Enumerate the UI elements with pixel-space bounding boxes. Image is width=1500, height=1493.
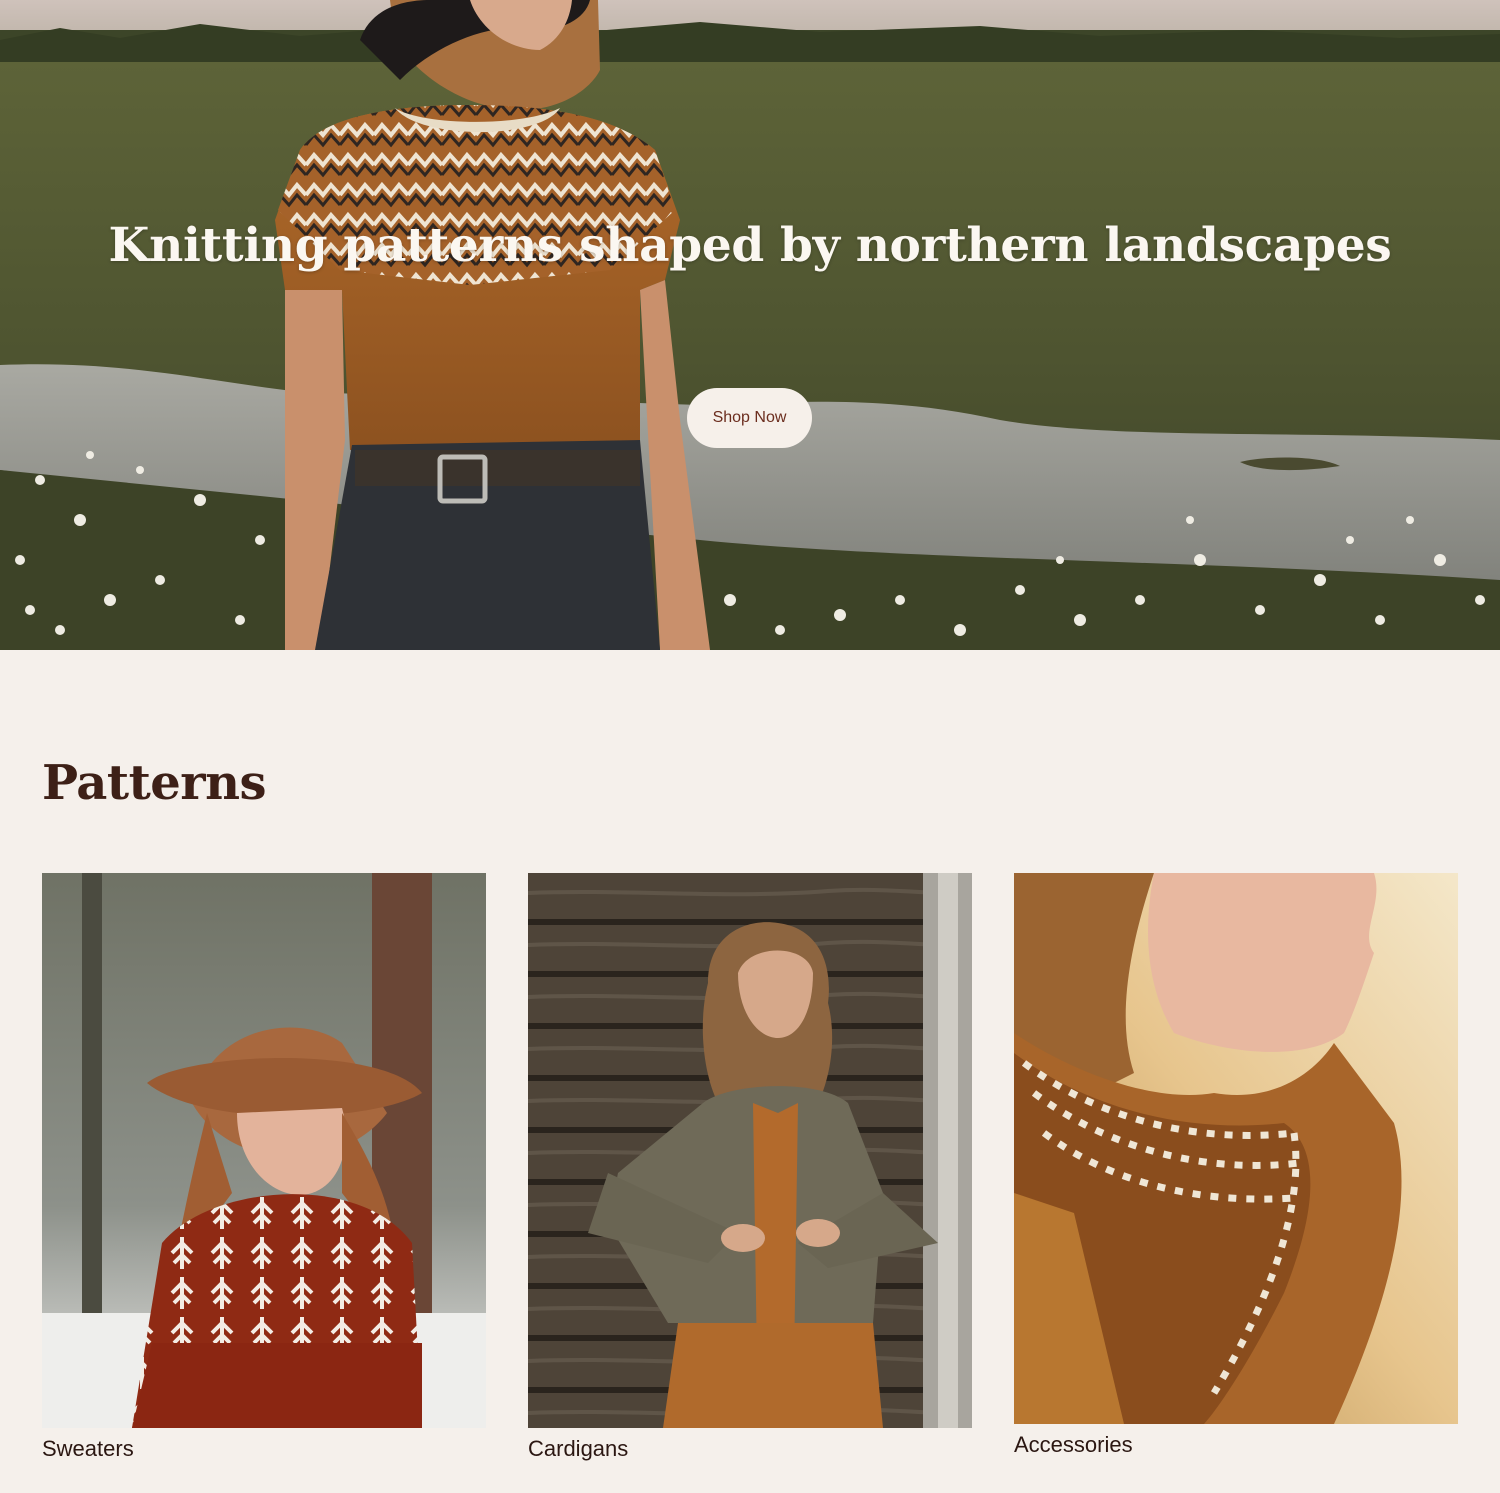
hero-title: Knitting patterns shaped by northern lan… (108, 218, 1392, 273)
category-label-sweaters: Sweaters (42, 1436, 134, 1461)
shop-now-button[interactable]: Shop Now (687, 388, 812, 448)
hero-banner: Knitting patterns shaped by northern lan… (0, 0, 1500, 650)
accessories-image (1014, 873, 1458, 1424)
section-heading: Patterns (42, 755, 267, 811)
category-card-cardigans[interactable]: Cardigans (528, 873, 972, 1462)
category-label-accessories: Accessories (1014, 1432, 1133, 1457)
cardigans-image (528, 873, 972, 1428)
hero-image (0, 0, 1500, 650)
category-card-sweaters[interactable]: Sweaters (42, 873, 486, 1462)
category-label-cardigans: Cardigans (528, 1436, 629, 1461)
category-card-accessories[interactable]: Accessories (1014, 873, 1458, 1458)
sweaters-image (42, 873, 486, 1428)
